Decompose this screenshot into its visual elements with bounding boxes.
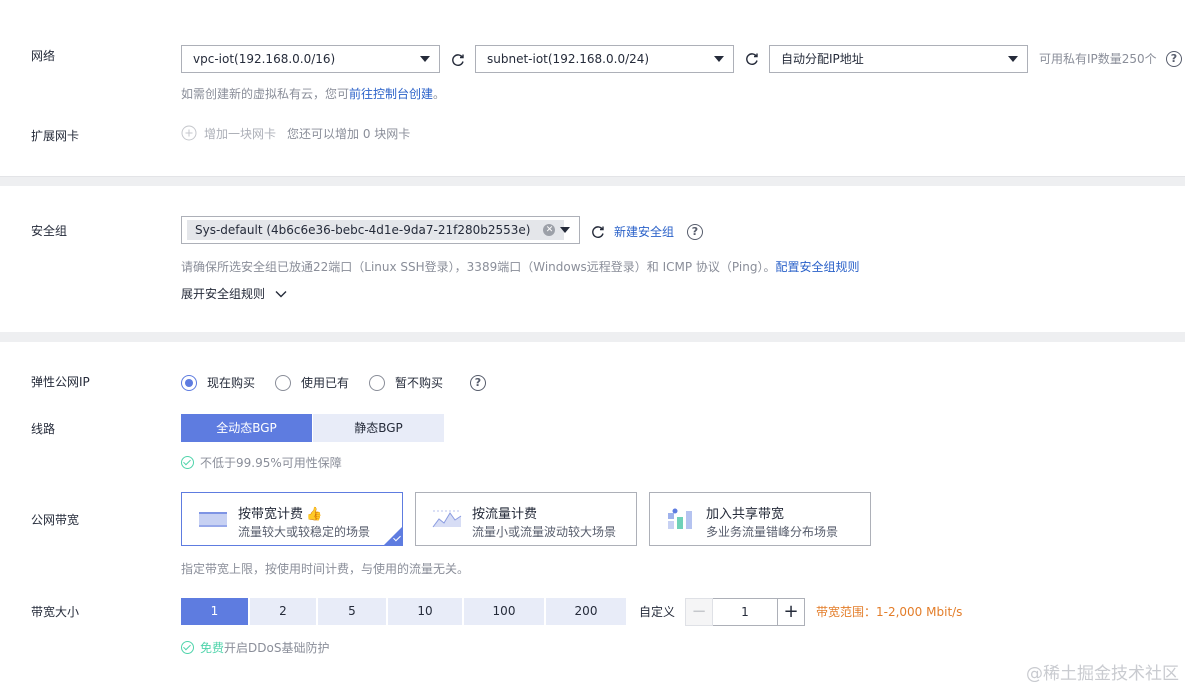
eip-option-not-now[interactable]: 暂不购买 <box>395 375 443 391</box>
vpc-hint-suffix: 。 <box>433 87 446 101</box>
bandwidth-range: 带宽范围：1-2,000 Mbit/s <box>816 605 963 619</box>
billing-card-shared[interactable]: 加入共享带宽 多业务流量错峰分布场景 <box>649 492 871 546</box>
chevron-down-icon <box>1008 56 1018 62</box>
refresh-icon[interactable] <box>450 52 466 68</box>
chevron-down-icon <box>420 56 430 62</box>
decrement-button[interactable]: − <box>685 598 713 626</box>
availability-guarantee: 不低于99.95%可用性保障 <box>200 456 342 470</box>
add-circle-icon <box>181 125 197 141</box>
network-panel: 网络 vpc-iot(192.168.0.0/16) subnet-iot(19… <box>0 0 1185 177</box>
bandwidth-preset-100[interactable]: 100 <box>464 598 544 625</box>
security-group-tag: Sys-default (4b6c6e36-bebc-4d1e-9da7-21f… <box>187 220 565 240</box>
extended-nic-label: 扩展网卡 <box>31 129 80 143</box>
eip-radio-buy-now[interactable] <box>181 375 197 391</box>
ddos-free-label: 免费 <box>200 641 225 655</box>
security-group-hint-text: 请确保所选安全组已放通22端口（Linux SSH登录），3389端口（Wind… <box>181 260 776 274</box>
vpc-hint-text: 如需创建新的虚拟私有云，您可 <box>181 87 350 101</box>
ip-assign-select[interactable]: 自动分配IP地址 <box>769 45 1028 73</box>
ddos-hint: 免费开启DDoS基础防护 <box>200 640 329 656</box>
bandwidth-preset-2[interactable]: 2 <box>250 598 316 625</box>
chevron-down-icon <box>714 56 724 62</box>
line-label: 线路 <box>31 422 56 436</box>
bandwidth-chart-icon <box>199 512 227 527</box>
bandwidth-input[interactable]: 1 <box>713 598 777 626</box>
nic-remaining-text: 您还可以增加 0 块网卡 <box>287 127 411 141</box>
bandwidth-preset-200[interactable]: 200 <box>546 598 626 625</box>
billing-card-desc: 流量较大或较稳定的场景 <box>238 525 371 539</box>
vpc-select[interactable]: vpc-iot(192.168.0.0/16) <box>181 45 440 73</box>
billing-card-by-traffic[interactable]: 按流量计费 流量小或流量波动较大场景 <box>415 492 637 546</box>
billing-card-title: 按流量计费 <box>472 507 538 522</box>
security-group-label: 安全组 <box>31 224 68 238</box>
line-option-static-bgp[interactable]: 静态BGP <box>313 414 444 442</box>
refresh-icon[interactable] <box>744 51 760 67</box>
expand-rules-toggle[interactable]: 展开安全组规则 <box>181 286 265 302</box>
eip-radio-use-existing[interactable] <box>275 375 291 391</box>
check-circle-icon <box>181 641 194 654</box>
bandwidth-preset-5[interactable]: 5 <box>318 598 386 625</box>
help-icon[interactable]: ? <box>470 375 486 391</box>
security-group-hint: 请确保所选安全组已放通22端口（Linux SSH登录），3389端口（Wind… <box>181 259 859 275</box>
billing-card-desc: 多业务流量错峰分布场景 <box>706 525 839 539</box>
thumbs-up-icon: 👍 <box>306 507 323 522</box>
chevron-down-icon[interactable] <box>275 289 287 299</box>
billing-hint: 指定带宽上限，按使用时间计费，与使用的流量无关。 <box>181 562 470 576</box>
expand-rules-label: 展开安全组规则 <box>181 287 266 301</box>
create-vpc-link[interactable]: 前往控制台创建 <box>349 87 433 101</box>
eip-option-use-existing[interactable]: 使用已有 <box>301 375 349 391</box>
eip-panel: 弹性公网IP 现在购买 使用已有 暂不购买 ? 线路 全动态BGP 静态BGP … <box>0 342 1185 688</box>
help-icon[interactable]: ? <box>687 224 703 240</box>
eip-label: 弹性公网IP <box>31 375 90 389</box>
billing-card-title-text: 按带宽计费 <box>238 507 304 522</box>
subnet-select[interactable]: subnet-iot(192.168.0.0/24) <box>475 45 734 73</box>
bandwidth-preset-1[interactable]: 1 <box>181 598 248 625</box>
traffic-chart-icon <box>432 510 462 528</box>
billing-card-desc: 流量小或流量波动较大场景 <box>472 525 617 539</box>
line-option-dynamic-bgp[interactable]: 全动态BGP <box>181 414 312 442</box>
security-group-select[interactable]: Sys-default (4b6c6e36-bebc-4d1e-9da7-21f… <box>181 216 580 244</box>
security-group-tag-label: Sys-default (4b6c6e36-bebc-4d1e-9da7-21f… <box>195 223 531 237</box>
custom-label: 自定义 <box>639 605 676 619</box>
eip-option-buy-now[interactable]: 现在购买 <box>207 375 255 391</box>
billing-card-by-bandwidth[interactable]: 按带宽计费 👍 流量较大或较稳定的场景 <box>181 492 403 546</box>
bandwidth-billing-label: 公网带宽 <box>31 513 80 527</box>
check-circle-icon <box>181 456 194 469</box>
security-group-panel: 安全组 Sys-default (4b6c6e36-bebc-4d1e-9da7… <box>0 186 1185 332</box>
add-nic-button[interactable]: 增加一块网卡 <box>204 126 276 142</box>
available-ip-count: 可用私有IP数量250个 <box>1039 52 1157 66</box>
ddos-text: 开启DDoS基础防护 <box>224 641 330 655</box>
refresh-icon[interactable] <box>590 224 606 240</box>
billing-card-title: 加入共享带宽 <box>706 507 785 522</box>
eip-radio-not-now[interactable] <box>369 375 385 391</box>
help-icon[interactable]: ? <box>1166 51 1182 67</box>
vpc-select-value: vpc-iot(192.168.0.0/16) <box>193 52 336 66</box>
bandwidth-preset-10[interactable]: 10 <box>388 598 462 625</box>
bandwidth-size-label: 带宽大小 <box>31 605 80 619</box>
network-label: 网络 <box>31 49 56 63</box>
ip-assign-select-value: 自动分配IP地址 <box>781 52 864 66</box>
close-icon[interactable]: ✕ <box>543 224 556 236</box>
chevron-down-icon <box>560 227 570 233</box>
increment-button[interactable]: + <box>777 598 805 626</box>
new-security-group-link[interactable]: 新建安全组 <box>614 224 674 240</box>
config-security-rules-link[interactable]: 配置安全组规则 <box>775 260 859 274</box>
billing-card-title: 按带宽计费 👍 <box>238 503 322 522</box>
vpc-hint: 如需创建新的虚拟私有云，您可前往控制台创建。 <box>181 86 445 102</box>
shared-bandwidth-icon <box>668 508 692 529</box>
watermark: @稀土掘金技术社区 <box>1026 664 1179 684</box>
subnet-select-value: subnet-iot(192.168.0.0/24) <box>487 52 650 66</box>
